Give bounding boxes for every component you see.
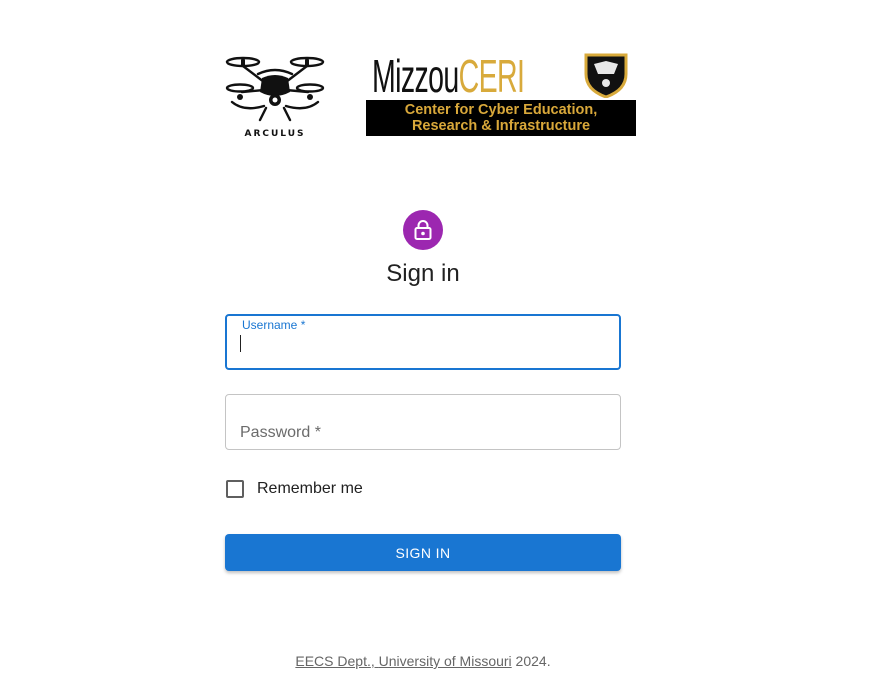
lock-icon [414, 220, 432, 240]
remember-me-label[interactable]: Remember me [257, 480, 363, 498]
lock-avatar [403, 210, 443, 250]
footer-year: 2024. [511, 653, 551, 669]
shield-icon [584, 53, 628, 98]
sign-in-button[interactable]: SIGN IN [225, 534, 621, 571]
arculus-logo: ARCULUS [224, 50, 326, 142]
remember-me-checkbox[interactable] [226, 480, 244, 498]
footer-separator[interactable]: , [371, 653, 379, 669]
ceri-title-ceri: CERI [458, 50, 525, 102]
footer: EECS Dept., University of Missouri 2024. [0, 653, 846, 669]
ceri-title: MizzouCERI [372, 50, 525, 102]
password-field[interactable]: Password * [225, 394, 621, 450]
ceri-banner-line2: Research & Infrastructure [411, 118, 591, 134]
page-title: Sign in [386, 260, 460, 287]
eecs-dept-link[interactable]: EECS Dept. [295, 653, 370, 669]
university-link[interactable]: University of Missouri [379, 653, 512, 669]
mizzou-ceri-logo: MizzouCERI Center for Cyber Education, R… [366, 52, 636, 138]
remember-me-row[interactable]: Remember me [225, 478, 363, 500]
ceri-banner-line1: Center for Cyber Education, [404, 102, 598, 118]
logo-row: ARCULUS MizzouCERI Center for Cyber Educ… [224, 50, 636, 142]
password-input[interactable] [226, 395, 620, 449]
username-input[interactable] [239, 336, 609, 360]
username-label: Username * [239, 318, 309, 332]
arculus-wordmark: ARCULUS [244, 129, 306, 139]
drone-icon [225, 56, 325, 122]
ceri-banner: Center for Cyber Education, Research & I… [366, 100, 636, 136]
username-field[interactable]: Username * [225, 314, 621, 370]
ceri-title-mizzou: Mizzou [372, 50, 459, 102]
